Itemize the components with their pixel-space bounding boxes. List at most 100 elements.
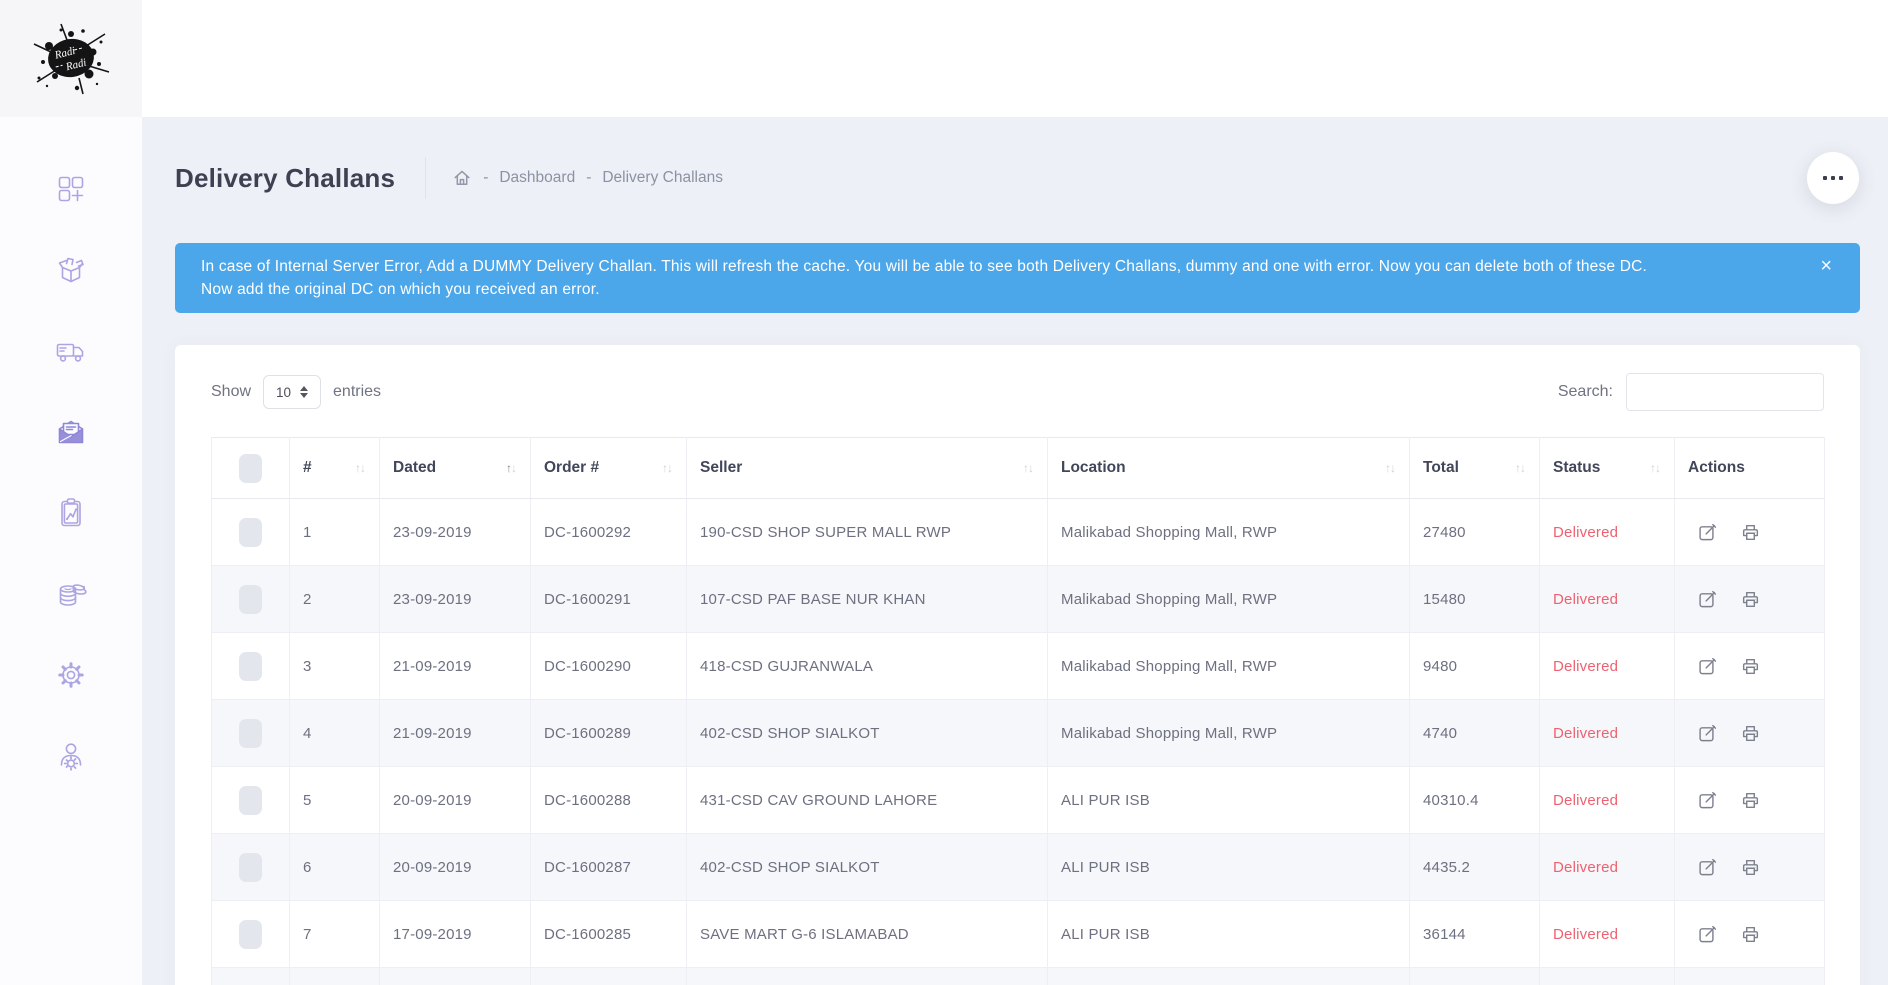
edit-icon [1699,657,1717,674]
sort-arrows-icon: ↑↓ [1385,461,1396,475]
row-select-cell [211,565,290,633]
page-header: Delivery Challans - Dashboard - Delivery… [175,153,1860,203]
cell-total: 15480 [1409,565,1540,633]
print-challan-button[interactable] [1741,590,1760,609]
grid-plus-icon [58,176,84,202]
sidebar-item-settings[interactable] [51,655,91,695]
breadcrumb-item-delivery-challans[interactable]: Delivery Challans [602,169,723,187]
print-challan-button[interactable] [1741,523,1760,542]
edit-challan-button[interactable] [1698,590,1717,609]
ink-splatter-logo-icon: Radi Radi [33,23,110,94]
cell-order: DC-1600291 [530,565,687,633]
table-row: 3 21-09-2019 DC-1600290 418-CSD GUJRANWALA M… [211,632,1825,700]
sidebar-item-deliveries[interactable] [51,331,91,371]
print-challan-button[interactable] [1741,791,1760,810]
row-checkbox[interactable] [239,785,262,815]
print-icon [1742,725,1759,741]
edit-challan-button[interactable] [1698,791,1717,810]
column-header-location[interactable]: Location ↑↓ [1047,437,1410,499]
sidebar-item-dashboard[interactable] [51,169,91,209]
sidebar-item-payments[interactable] [51,574,91,614]
row-checkbox[interactable] [239,718,262,748]
breadcrumb-separator: - [586,169,592,186]
select-all-header [211,437,290,499]
cell-seller: 402-CSD SHOP SIALKOT [686,833,1048,901]
breadcrumb-item-dashboard[interactable]: Dashboard [499,169,575,187]
alert-close-button[interactable]: × [1814,254,1838,278]
cell-actions [1674,766,1825,834]
cell-location: ALI PUR ISB [1047,900,1410,968]
cell-actions [1674,900,1825,968]
edit-challan-button[interactable] [1698,925,1717,944]
search-input[interactable] [1626,373,1824,411]
cell-seller: 190-CSD SHOP SUPER MALL RWP [686,498,1048,566]
title-divider [425,157,427,199]
page-size-select[interactable]: 10 [263,375,322,409]
coins-icon [59,584,87,606]
cell-status: Delivered [1539,766,1675,834]
more-options-button[interactable] [1807,152,1859,204]
cell-order: DC-1600287 [530,833,687,901]
sidebar-item-products[interactable] [51,250,91,290]
table-row-partial [211,967,1825,985]
sidebar: Radi Radi [0,0,142,985]
brand-logo[interactable]: Radi Radi [0,0,142,117]
print-challan-button[interactable] [1741,657,1760,676]
cell-num: 4 [289,699,380,767]
row-checkbox[interactable] [239,852,262,882]
sort-arrows-icon: ↑↓ [1650,461,1661,475]
edit-challan-button[interactable] [1698,657,1717,676]
edit-icon [1699,925,1717,942]
sidebar-item-profile-settings[interactable] [51,736,91,776]
edit-challan-button[interactable] [1698,858,1717,877]
cell-dated: 21-09-2019 [379,632,531,700]
ellipsis-icon [1823,176,1827,180]
edit-challan-button[interactable] [1698,523,1717,542]
table-row: 4 21-09-2019 DC-1600289 402-CSD SHOP SIALKO… [211,699,1825,767]
column-header-status[interactable]: Status ↑↓ [1539,437,1675,499]
print-icon [1742,859,1759,875]
sidebar-item-delivery-challans[interactable] [51,412,91,452]
cell-location: ALI PUR ISB [1047,833,1410,901]
table-card: Show 10 entries Search: # ↑↓ Dated ↑↓ Or… [175,345,1860,985]
table-row: 2 23-09-2019 DC-1600291 107-CSD PAF BASE NU… [211,565,1825,633]
cell-num: 6 [289,833,380,901]
alert-text-line1: In case of Internal Server Error, Add a … [201,258,1648,275]
column-header-order[interactable]: Order # ↑↓ [530,437,687,499]
page-length-control: Show 10 entries [211,375,381,409]
print-challan-button[interactable] [1741,925,1760,944]
print-icon [1742,792,1759,808]
cell-seller: 402-CSD SHOP SIALKOT [686,699,1048,767]
cell-num: 3 [289,632,380,700]
row-select-cell [211,699,290,767]
cell-status: Delivered [1539,699,1675,767]
edit-icon [1699,858,1717,875]
column-header-dated[interactable]: Dated ↑↓ [379,437,531,499]
cell-total: 27480 [1409,498,1540,566]
cell-dated: 20-09-2019 [379,766,531,834]
sidebar-item-reports[interactable] [51,493,91,533]
cell-actions [1674,833,1825,901]
column-header-[interactable]: # ↑↓ [289,437,380,499]
row-checkbox[interactable] [239,651,262,681]
cell-num: 1 [289,498,380,566]
edit-challan-button[interactable] [1698,724,1717,743]
info-alert: In case of Internal Server Error, Add a … [175,243,1860,313]
print-icon [1742,658,1759,674]
home-icon[interactable] [452,168,472,188]
table-row: 5 20-09-2019 DC-1600288 431-CSD CAV GROUND … [211,766,1825,834]
sort-arrows-icon: ↑↓ [506,461,517,475]
print-challan-button[interactable] [1741,858,1760,877]
print-challan-button[interactable] [1741,724,1760,743]
sort-arrows-icon: ↑↓ [1515,461,1526,475]
row-checkbox[interactable] [239,919,262,949]
row-checkbox[interactable] [239,584,262,614]
select-all-checkbox[interactable] [238,453,262,483]
row-checkbox[interactable] [239,517,262,547]
cell-order: DC-1600285 [530,900,687,968]
cell-order: DC-1600292 [530,498,687,566]
table-header-row: # ↑↓ Dated ↑↓ Order # ↑↓ Seller ↑↓ Location ↑↓ Tot… [211,437,1825,499]
cell-total: 4435.2 [1409,833,1540,901]
column-header-seller[interactable]: Seller ↑↓ [686,437,1048,499]
column-header-total[interactable]: Total ↑↓ [1409,437,1540,499]
